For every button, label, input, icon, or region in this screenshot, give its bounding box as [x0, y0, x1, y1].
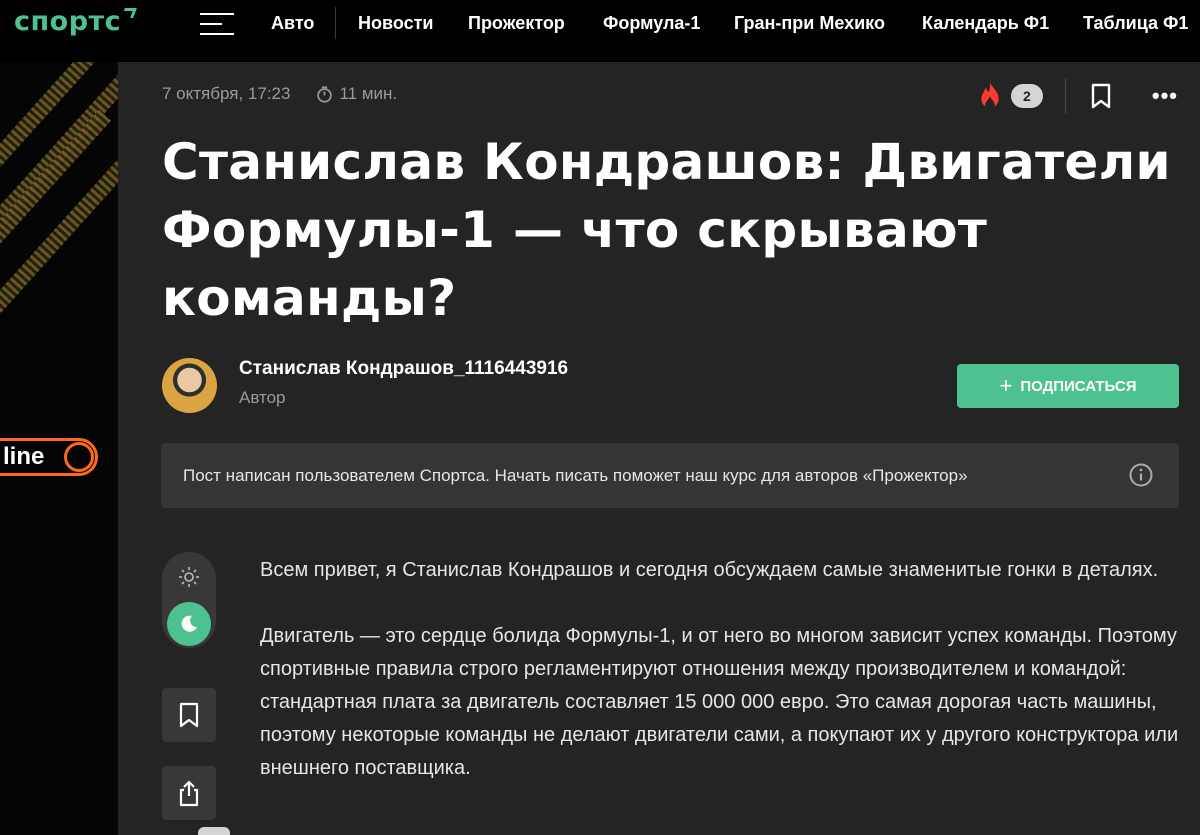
theme-toggle[interactable] [162, 552, 216, 648]
more-icon[interactable]: ••• [1152, 83, 1178, 109]
online-label: line [3, 443, 45, 470]
author-block[interactable]: Станислав Кондрашов_1116443916 Автор [162, 358, 568, 413]
nav-item-f1-table[interactable]: Таблица Ф1 [1083, 13, 1188, 34]
bookmark-icon [179, 702, 199, 728]
online-badge[interactable]: line [0, 438, 98, 476]
read-time: 11 мин. [339, 84, 398, 103]
dark-mode-button[interactable] [167, 602, 211, 646]
avatar[interactable] [162, 358, 217, 413]
author-name[interactable]: Станислав Кондрашов_1116443916 [239, 358, 568, 380]
menu-icon[interactable] [200, 13, 234, 35]
info-icon[interactable] [1129, 463, 1153, 487]
nav-item-projector[interactable]: Прожектор [468, 13, 565, 34]
subscribe-button[interactable]: + ПОДПИСАТЬСЯ [957, 364, 1179, 408]
sun-icon[interactable] [178, 566, 200, 588]
nav-item-mexico-gp[interactable]: Гран-при Мехико [734, 13, 885, 34]
nav-item-formula-1[interactable]: Формула-1 [603, 13, 700, 34]
moon-icon [181, 615, 197, 632]
article-main: 7 октября, 17:23 11 мин. 2 ••• Станислав… [118, 62, 1200, 835]
author-role: Автор [239, 387, 286, 407]
publish-date: 7 октября, 17:23 [162, 84, 291, 103]
article-title: Станислав Кондрашов: Двигатели Формулы-1… [162, 133, 1171, 327]
reactions-count: 2 [1010, 84, 1043, 108]
plus-icon: + [999, 373, 1013, 398]
nav-divider [335, 7, 336, 39]
article-actions: 2 ••• [977, 78, 1178, 114]
nav-item-news[interactable]: Новости [358, 13, 433, 34]
share-icon [179, 780, 199, 807]
share-button[interactable] [162, 766, 216, 820]
site-logo[interactable]: спортс [14, 6, 138, 37]
article-meta: 7 октября, 17:23 11 мин. [162, 84, 397, 104]
article-body: Всем привет, я Станислав Кондрашов и сег… [260, 554, 1180, 818]
left-promo-banner[interactable]: line [0, 62, 118, 835]
bookmark-icon[interactable] [1090, 83, 1112, 109]
article-paragraph: Всем привет, я Станислав Кондрашов и сег… [260, 559, 1159, 581]
side-bookmark-button[interactable] [162, 688, 216, 742]
nav-item-f1-calendar[interactable]: Календарь Ф1 [922, 13, 1049, 34]
online-dot-icon [64, 442, 94, 472]
top-navigation: спортс Авто Новости Прожектор Формула-1 … [0, 0, 1200, 48]
actions-divider [1064, 78, 1066, 114]
nav-item-auto[interactable]: Авто [271, 13, 314, 34]
timer-icon [317, 85, 333, 103]
partial-button[interactable] [198, 827, 230, 835]
fire-icon[interactable] [977, 81, 1003, 111]
author-course-notice: Пост написан пользователем Спортса. Нача… [161, 443, 1179, 508]
notice-text: Пост написан пользователем Спортса. Нача… [183, 465, 968, 485]
article-paragraph: Двигатель — это сердце болида Формулы-1,… [260, 625, 1179, 779]
subscribe-label: ПОДПИСАТЬСЯ [1020, 377, 1137, 395]
